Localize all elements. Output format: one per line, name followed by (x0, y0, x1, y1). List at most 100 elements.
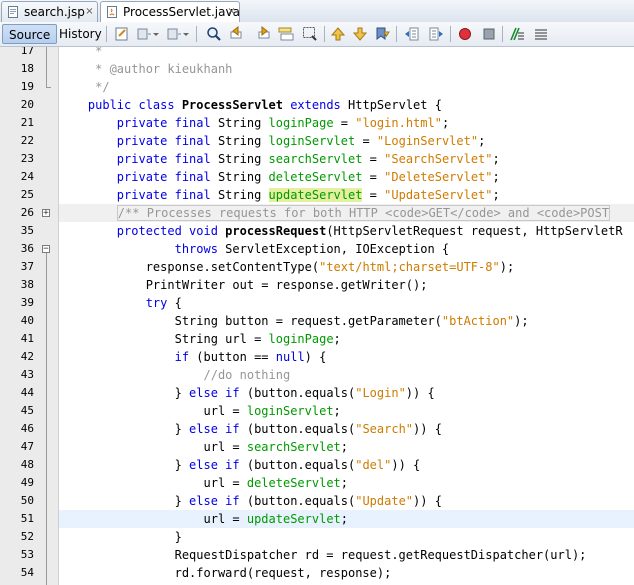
code-token: try (145, 296, 175, 310)
line-number: 54 (20, 566, 34, 579)
code-line[interactable]: private final String loginPage = "login.… (59, 114, 634, 132)
code-line[interactable]: */ (59, 78, 634, 96)
line-number: 23 (20, 152, 34, 165)
forward-dropdown-icon[interactable] (182, 26, 190, 42)
code-line[interactable]: } else if (button.equals("Update")) { (59, 492, 634, 510)
close-tab-icon[interactable]: × (226, 6, 237, 17)
code-line[interactable]: } else if (button.equals("Search")) { (59, 420, 634, 438)
collapse-fold-icon[interactable]: − (42, 245, 50, 254)
code-token: )) { (405, 386, 435, 400)
code-line[interactable]: rd.forward(request, response); (59, 564, 634, 582)
shift-right-icon[interactable] (428, 26, 444, 42)
code-line[interactable]: PrintWriter out = response.getWriter(); (59, 276, 634, 294)
back-icon[interactable] (136, 26, 152, 42)
code-line[interactable]: * (59, 47, 634, 60)
code-line[interactable]: private final String deleteServlet = "De… (59, 168, 634, 186)
code-token: */ (59, 80, 110, 94)
code-line[interactable]: url = loginServlet; (59, 402, 634, 420)
code-line[interactable]: /** Processes requests for both HTTP <co… (59, 204, 634, 222)
tab-processservlet-java[interactable]: ProcessServlet.java × (100, 1, 240, 23)
code-token: ProcessServlet (181, 98, 283, 112)
code-line[interactable]: } else if (button.equals("Login")) { (59, 384, 634, 402)
source-button[interactable]: Source (2, 24, 58, 44)
start-macro-icon[interactable] (457, 26, 473, 42)
code-token: private final (116, 152, 218, 166)
code-token: protected void (116, 224, 226, 238)
code-line[interactable]: if (button == null) { (59, 348, 634, 366)
code-token: ; (333, 404, 341, 418)
code-line[interactable]: private final String updateServlet = "Up… (59, 186, 634, 204)
code-line[interactable]: String url = loginPage; (59, 330, 634, 348)
next-bookmark-icon[interactable] (352, 26, 368, 42)
line-number: 50 (20, 494, 34, 507)
last-edit-icon[interactable] (114, 26, 130, 42)
tab-label: search.jsp (24, 5, 85, 19)
code-token: "UpdateServlet" (384, 188, 493, 202)
code-token: "LoginServlet" (376, 134, 479, 148)
find-next-icon[interactable] (254, 26, 270, 42)
code-token: "login.html" (355, 116, 442, 130)
code-line[interactable]: } else if (button.equals("del")) { (59, 456, 634, 474)
code-line[interactable]: * @author kieukhanh (59, 60, 634, 78)
code-token: public class (87, 98, 182, 112)
code-line[interactable]: String button = request.getParameter("bt… (59, 312, 634, 330)
find-icon[interactable] (206, 26, 222, 42)
history-button[interactable]: History (53, 24, 108, 44)
code-line[interactable]: private final String loginServlet = "Log… (59, 132, 634, 150)
code-editor[interactable]: 17 18 19 20 21 22 23 24 25 26 35 36 37 38 39 40 41 42 43 44… (0, 47, 634, 585)
line-number: 24 (20, 170, 34, 183)
code-line[interactable]: protected void processRequest(HttpServle… (59, 222, 634, 240)
shift-left-icon[interactable] (404, 26, 420, 42)
stop-macro-icon[interactable] (481, 26, 497, 42)
code-token: )) { (391, 458, 421, 472)
toolbar-separator (396, 26, 397, 42)
uncomment-icon[interactable] (533, 26, 549, 42)
line-number: 37 (20, 260, 34, 273)
code-line[interactable]: throws ServletException, IOException { (59, 240, 634, 258)
code-line[interactable]: url = searchServlet; (59, 438, 634, 456)
close-tab-icon[interactable]: × (84, 6, 95, 17)
code-token: * (59, 47, 103, 58)
code-token: ServletException, IOException { (225, 242, 450, 256)
code-line[interactable]: //do nothing (59, 366, 634, 384)
code-token: /** Processes requests for both HTTP <co… (116, 205, 611, 221)
find-previous-icon[interactable] (230, 26, 246, 42)
code-line[interactable]: response.setContentType("text/html;chars… (59, 258, 634, 276)
code-line[interactable]: url = deleteServlet; (59, 474, 634, 492)
code-token: ; (492, 152, 500, 166)
code-line[interactable]: } (59, 528, 634, 546)
code-token: (button.equals( (246, 494, 356, 508)
code-line[interactable]: RequestDispatcher rd = request.getReques… (59, 546, 634, 564)
back-dropdown-icon[interactable] (152, 26, 160, 42)
code-token: (button.equals( (246, 422, 356, 436)
code-token: { (174, 296, 182, 310)
toolbar-separator (324, 26, 325, 42)
previous-bookmark-icon[interactable] (330, 26, 346, 42)
forward-icon[interactable] (166, 26, 182, 42)
code-line[interactable]: try { (59, 294, 634, 312)
code-token: ); (514, 314, 529, 328)
code-token: "Login" (355, 386, 406, 400)
toggle-bookmark-icon[interactable] (374, 26, 390, 42)
code-token: extends (282, 98, 349, 112)
line-number: 45 (20, 404, 34, 417)
find-selection-icon[interactable] (302, 26, 318, 42)
toggle-highlight-icon[interactable] (278, 26, 294, 42)
code-area[interactable]: * * @author kieukhanh */ public class Pr… (59, 47, 634, 585)
expand-fold-icon[interactable]: + (42, 209, 50, 218)
line-number: 38 (20, 278, 34, 291)
code-token: String (217, 152, 269, 166)
line-number: 51 (20, 512, 34, 525)
code-line[interactable]: public class ProcessServlet extends Http… (59, 96, 634, 114)
code-line[interactable]: private final String searchServlet = "Se… (59, 150, 634, 168)
code-line[interactable]: url = updateServlet; (59, 510, 634, 528)
code-token: RequestDispatcher rd = request.getReques… (59, 548, 587, 562)
code-token: else if (189, 494, 247, 508)
toolbar-separator (106, 26, 107, 42)
code-token: deleteServlet (246, 476, 341, 490)
editor-toolbar: Source History (0, 22, 634, 47)
comment-icon[interactable] (509, 26, 525, 42)
tab-search-jsp[interactable]: search.jsp × (1, 1, 98, 22)
